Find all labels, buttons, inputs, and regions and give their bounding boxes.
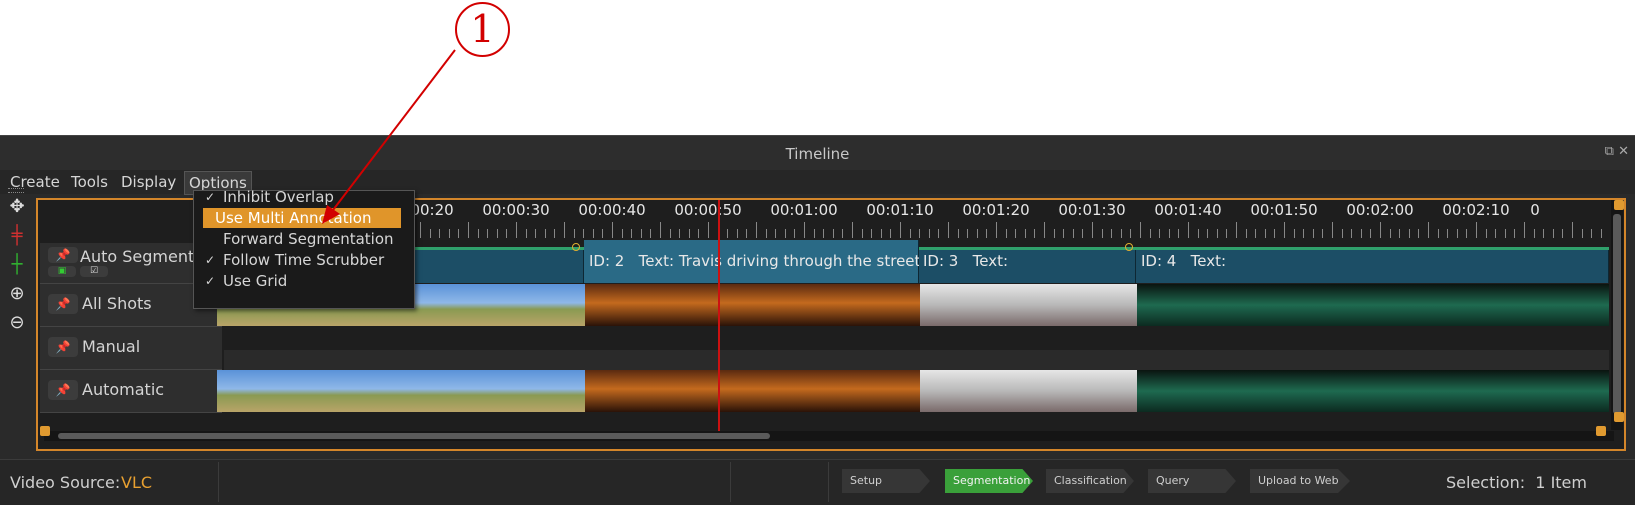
annotation-arrow — [322, 49, 456, 224]
